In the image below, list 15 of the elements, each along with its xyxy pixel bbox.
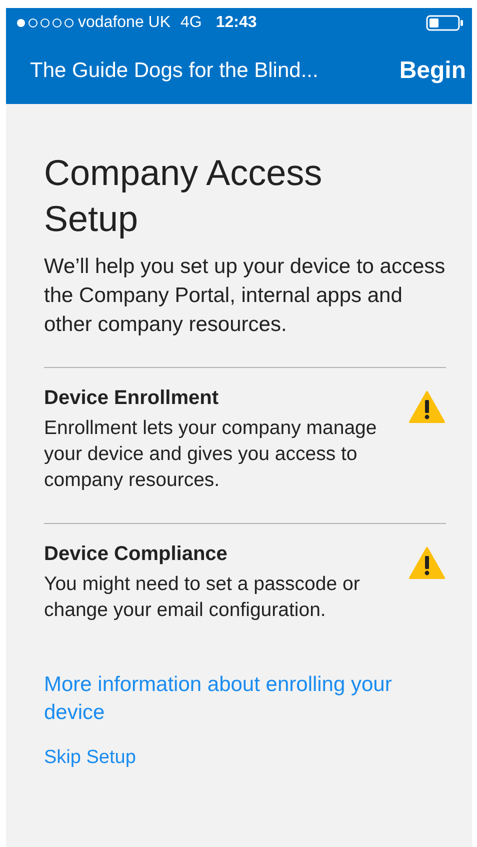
more-info-link[interactable]: More information about enrolling your device (44, 671, 414, 727)
nav-title: The Guide Dogs for the Blind... (30, 59, 318, 83)
section-description: Enrollment lets your company manage your device and gives you access to company resources. (44, 416, 378, 493)
network-type: 4G (180, 14, 202, 32)
begin-button[interactable]: Begin (399, 53, 466, 89)
signal-icon (16, 18, 74, 28)
intro-text: We’ll help you set up your device to access the Company Portal, internal apps and other company resources. (44, 254, 446, 338)
carrier-name: vodafone UK (78, 14, 171, 32)
page-heading: Company Access Setup (44, 151, 324, 241)
skip-setup-link[interactable]: Skip Setup (44, 747, 446, 769)
section-title: Device Compliance (44, 542, 228, 567)
section-description: You might need to set a passcode or change your email configuration. (44, 572, 361, 623)
clock-time: 12:43 (216, 14, 257, 32)
section-title: Device Enrollment (44, 386, 220, 411)
battery-icon (426, 15, 464, 31)
